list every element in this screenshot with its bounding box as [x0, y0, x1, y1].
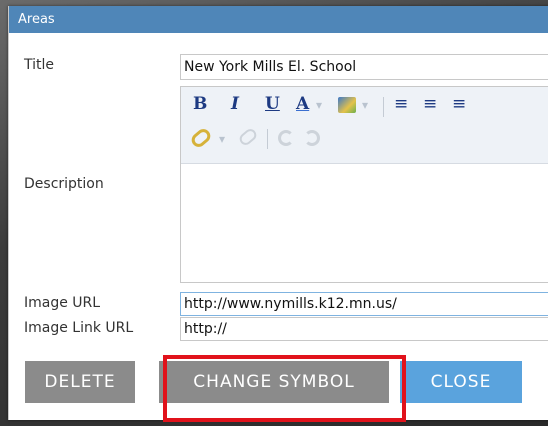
image-url-field[interactable]: http://www.nymills.k12.mn.us/: [180, 292, 548, 316]
unlink-icon[interactable]: [237, 126, 259, 148]
font-color-button[interactable]: A: [296, 94, 309, 114]
image-link-url-label: Image Link URL: [24, 320, 134, 336]
popup-title: Areas: [18, 12, 55, 27]
align-center-button[interactable]: ≡: [423, 94, 437, 114]
change-symbol-button[interactable]: CHANGE SYMBOL: [159, 361, 389, 403]
toolbar-separator: [267, 129, 268, 149]
align-left-button[interactable]: ≡: [394, 94, 408, 114]
insert-link-icon[interactable]: [188, 126, 214, 150]
popup-titlebar: Areas: [9, 6, 548, 33]
bold-button[interactable]: B: [193, 94, 207, 114]
align-right-button[interactable]: ≡: [452, 94, 466, 114]
highlight-color-dropdown-icon[interactable]: ▾: [362, 95, 368, 115]
link-dropdown-icon[interactable]: ▾: [219, 129, 225, 149]
description-editor: B I U A ▾ ▾ ≡ ≡ ≡ ▾: [180, 86, 548, 283]
font-color-dropdown-icon[interactable]: ▾: [316, 95, 322, 115]
close-button[interactable]: CLOSE: [400, 361, 522, 403]
redo-icon[interactable]: [304, 130, 320, 146]
description-label: Description: [24, 176, 104, 192]
underline-button[interactable]: U: [265, 94, 280, 114]
image-link-url-field[interactable]: http://: [180, 317, 548, 341]
areas-popup: Areas Title New York Mills El. School De…: [8, 6, 548, 422]
description-edit-area[interactable]: [181, 164, 548, 282]
undo-icon[interactable]: [278, 130, 294, 146]
italic-button[interactable]: I: [231, 94, 239, 114]
toolbar-separator: [383, 97, 384, 117]
editor-toolbar: B I U A ▾ ▾ ≡ ≡ ≡ ▾: [181, 87, 548, 164]
title-label: Title: [24, 57, 55, 73]
title-field[interactable]: New York Mills El. School: [180, 54, 548, 80]
highlight-color-icon[interactable]: [338, 97, 356, 113]
delete-button[interactable]: DELETE: [25, 361, 135, 403]
image-url-label: Image URL: [24, 295, 101, 311]
